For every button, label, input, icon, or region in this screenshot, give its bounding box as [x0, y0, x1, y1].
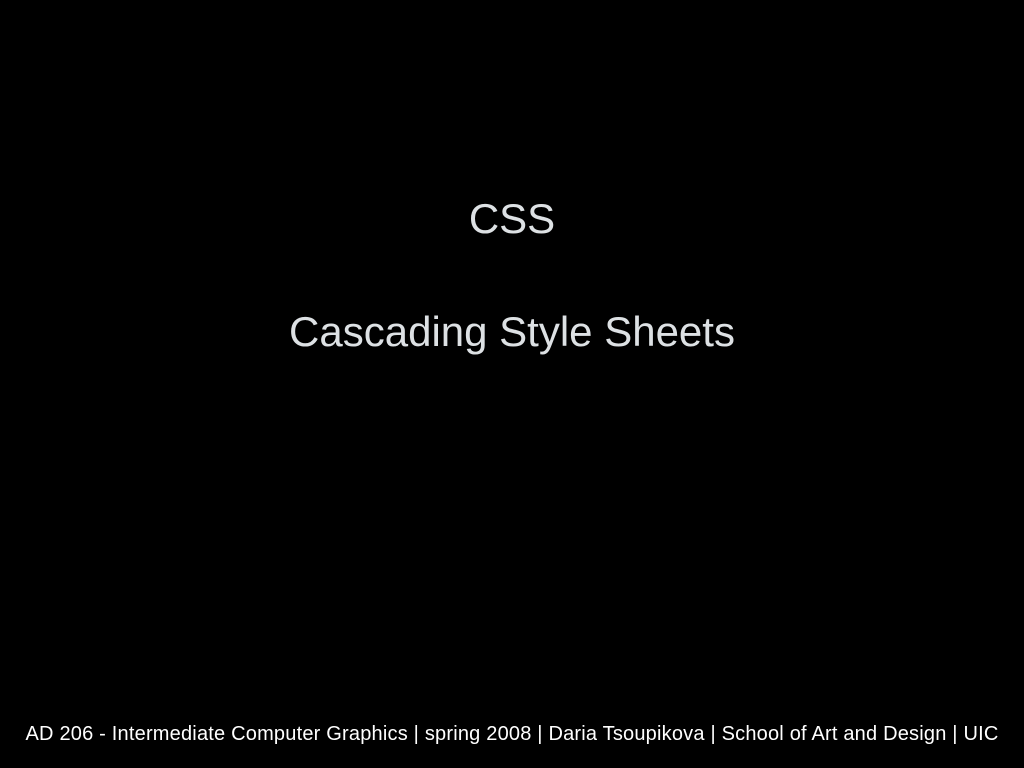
slide-title-abbr: CSS — [469, 195, 555, 243]
slide-title-full: Cascading Style Sheets — [289, 308, 735, 356]
slide-content: CSS Cascading Style Sheets — [0, 0, 1024, 768]
slide-footer: AD 206 - Intermediate Computer Graphics … — [0, 723, 1024, 746]
